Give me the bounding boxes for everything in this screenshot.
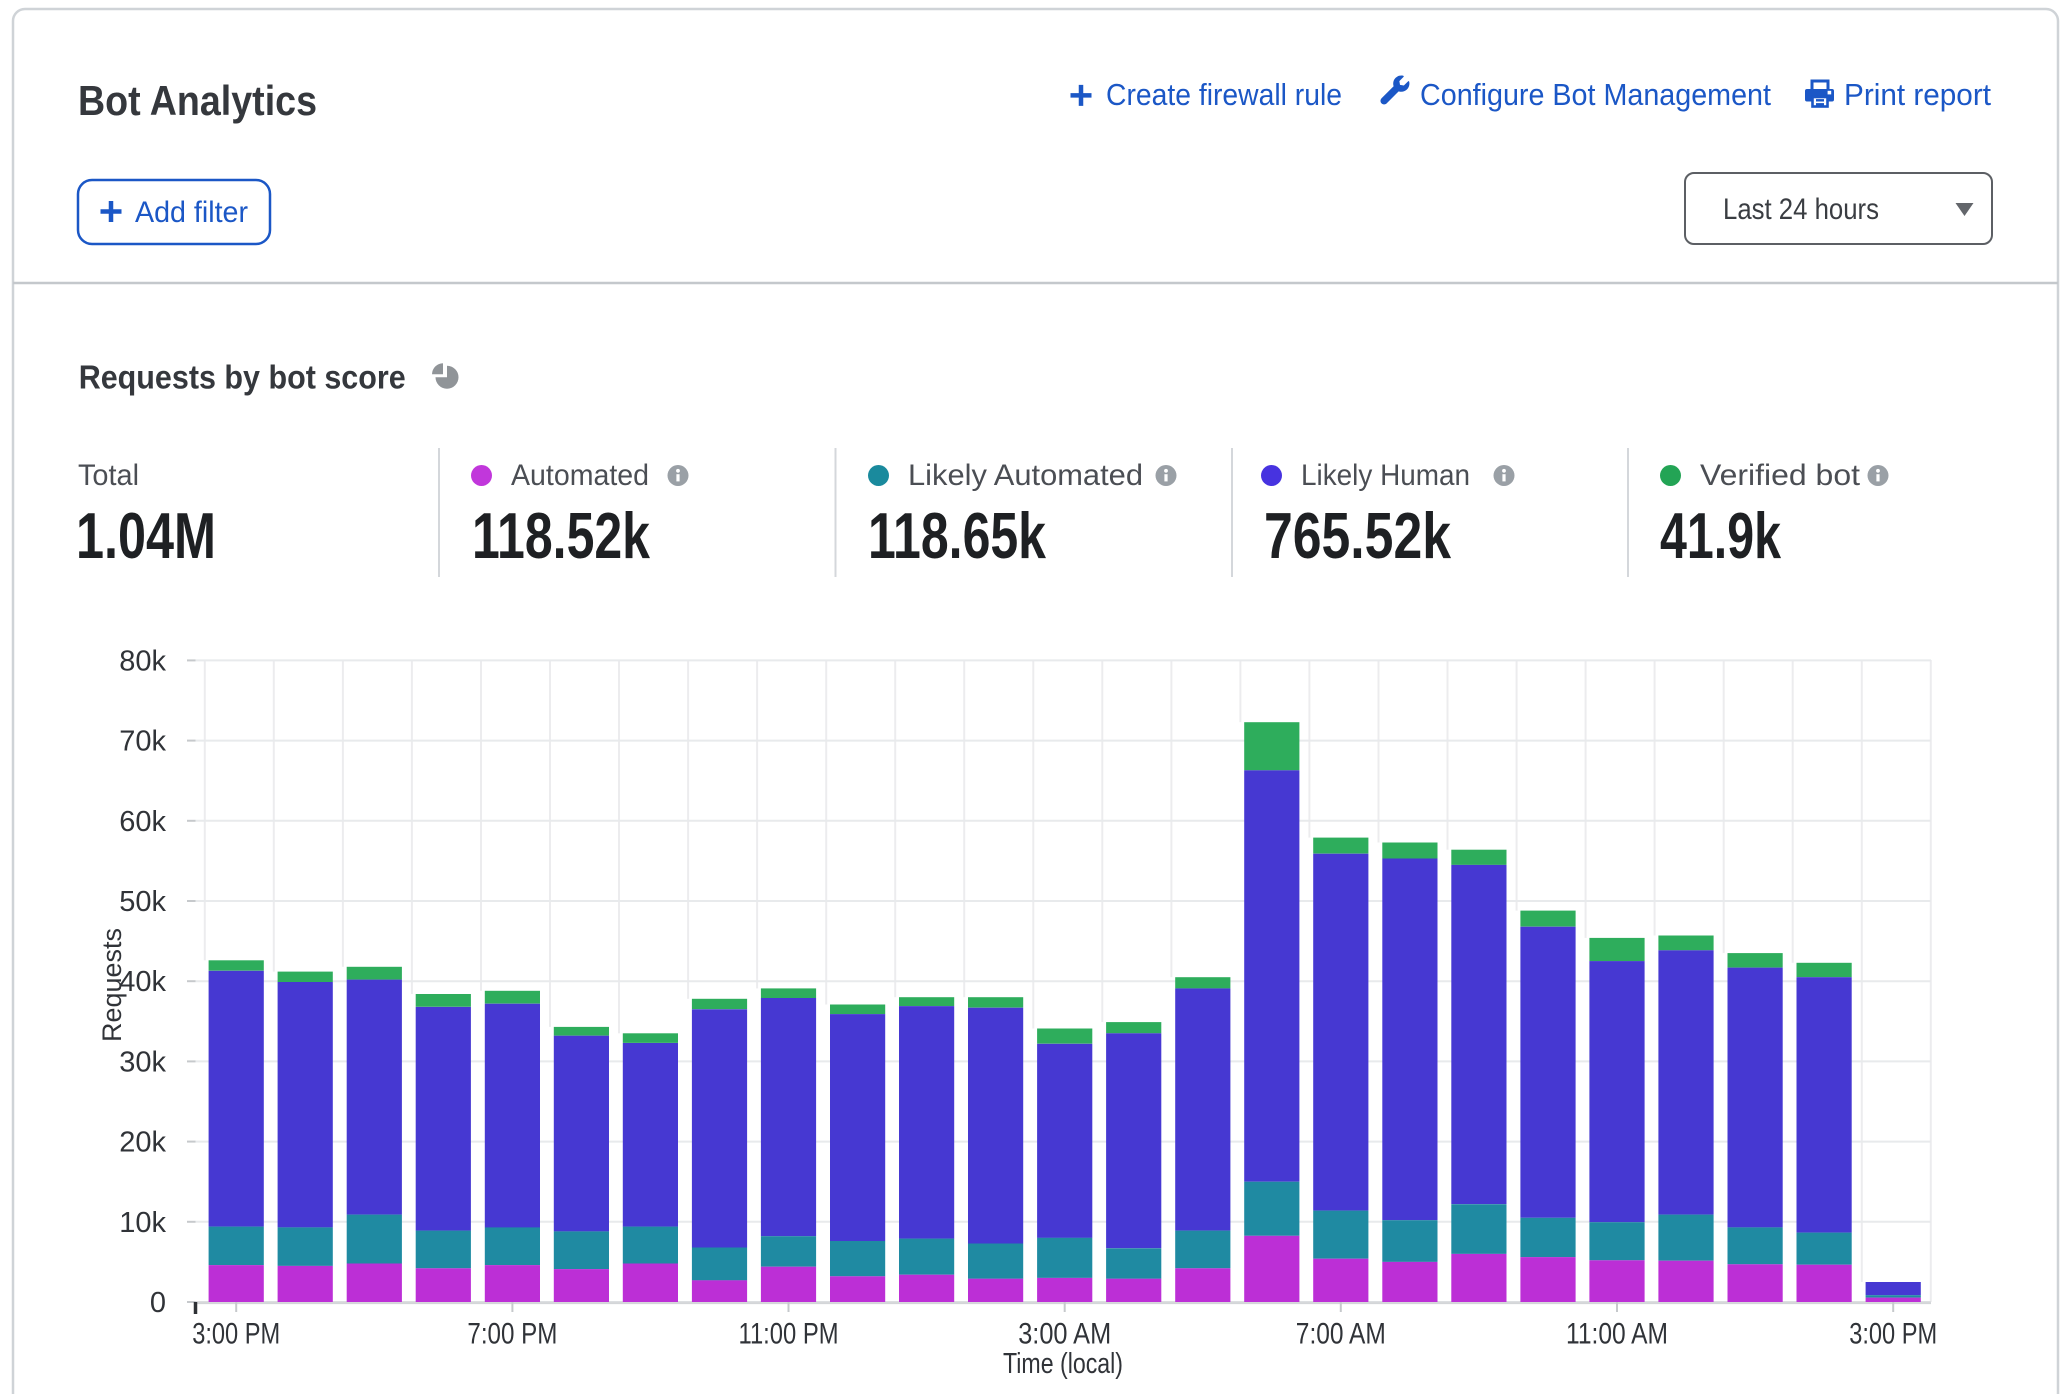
svg-text:41.9k: 41.9k — [1660, 499, 1782, 572]
svg-text:20k: 20k — [119, 1127, 166, 1159]
svg-text:30k: 30k — [119, 1046, 166, 1078]
svg-text:Automated: Automated — [511, 459, 649, 492]
svg-text:7:00 AM: 7:00 AM — [1296, 1318, 1386, 1351]
svg-text:Bot Analytics: Bot Analytics — [78, 77, 317, 124]
svg-text:Likely Automated: Likely Automated — [908, 459, 1143, 492]
svg-text:3:00 AM: 3:00 AM — [1018, 1318, 1111, 1351]
svg-text:50k: 50k — [119, 886, 166, 918]
svg-text:80k: 80k — [119, 645, 166, 677]
svg-text:118.65k: 118.65k — [868, 499, 1047, 572]
svg-text:3:00 PM: 3:00 PM — [1849, 1318, 1937, 1351]
svg-text:3:00 PM: 3:00 PM — [192, 1318, 280, 1351]
svg-text:118.52k: 118.52k — [472, 499, 651, 572]
svg-text:0: 0 — [150, 1287, 166, 1319]
svg-text:60k: 60k — [119, 806, 166, 838]
svg-text:1.04M: 1.04M — [76, 499, 216, 572]
svg-text:11:00 PM: 11:00 PM — [739, 1318, 839, 1351]
svg-text:Print report: Print report — [1844, 77, 1991, 112]
svg-text:Requests: Requests — [97, 928, 127, 1042]
svg-text:Likely Human: Likely Human — [1301, 459, 1470, 492]
svg-text:765.52k: 765.52k — [1264, 499, 1452, 572]
svg-text:Add filter: Add filter — [135, 196, 248, 229]
svg-text:10k: 10k — [119, 1207, 166, 1239]
svg-text:7:00 PM: 7:00 PM — [467, 1318, 557, 1351]
svg-text:Requests by bot score: Requests by bot score — [79, 360, 406, 397]
svg-text:Verified bot: Verified bot — [1700, 459, 1860, 492]
svg-text:Configure Bot Management: Configure Bot Management — [1420, 77, 1771, 112]
svg-text:Time (local): Time (local) — [1003, 1348, 1123, 1380]
svg-text:Create firewall rule: Create firewall rule — [1106, 77, 1342, 112]
svg-text:Total: Total — [78, 459, 139, 492]
svg-text:11:00 AM: 11:00 AM — [1566, 1318, 1668, 1351]
svg-text:Last 24 hours: Last 24 hours — [1723, 193, 1879, 226]
svg-text:70k: 70k — [119, 726, 166, 758]
